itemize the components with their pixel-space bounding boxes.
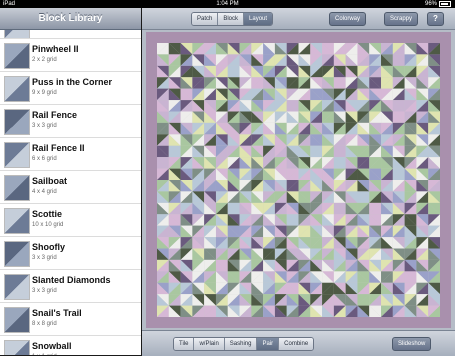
block-name: Snail's Trail — [32, 308, 82, 318]
block-grid-size: 6 x 6 grid — [32, 156, 57, 162]
block-thumbnail-icon — [4, 307, 30, 333]
block-thumbnail-icon — [4, 30, 30, 38]
pair-button[interactable]: Pair — [257, 338, 280, 350]
battery-percent: 96% — [424, 1, 437, 7]
block-thumbnail-icon — [4, 241, 30, 267]
bottom-toolbar: Tile w/Plain Sashing Pair Combine Slides… — [142, 330, 455, 356]
clock: 1:04 PM — [216, 1, 239, 7]
status-bar: iPad 1:04 PM 96% — [0, 0, 455, 8]
block-grid-size: 9 x 9 grid — [32, 90, 57, 96]
scrappy-button[interactable]: Scrappy — [384, 12, 419, 26]
block-list-item[interactable]: Slanted Diamonds 3 x 3 grid — [0, 270, 141, 303]
block-thumbnail-icon — [4, 208, 30, 234]
block-name: Pinwheel II — [32, 44, 79, 54]
block-name: Rail Fence II — [32, 143, 85, 153]
block-thumbnail-icon — [4, 109, 30, 135]
slideshow-button[interactable]: Slideshow — [392, 337, 432, 351]
block-name: Puss in the Corner — [32, 77, 113, 87]
block-thumbnail-icon — [4, 76, 30, 102]
block-list-item[interactable]: Pinwheel II 2 x 2 grid — [0, 39, 141, 72]
battery-status: 96% — [425, 0, 451, 8]
block-name: Shoofly — [32, 242, 65, 252]
mode-block-button[interactable]: Block — [218, 13, 245, 25]
block-thumbnail-icon — [4, 175, 30, 201]
block-grid-size: 3 x 3 grid — [32, 288, 57, 294]
block-grid-size: 4 x 4 grid — [32, 189, 57, 195]
block-name: Snowball — [32, 341, 72, 351]
block-grid-size: 2 x 2 grid — [32, 57, 57, 63]
block-thumbnail-icon — [4, 340, 30, 355]
block-grid-size: 10 x 10 grid — [32, 222, 64, 228]
sashing-button[interactable]: Sashing — [224, 338, 258, 350]
block-thumbnail-icon — [4, 142, 30, 168]
with-plain-button[interactable]: w/Plain — [194, 338, 225, 350]
block-library-panel: Block Library Pinwheel II 2 x 2 grid Puss … — [0, 8, 141, 355]
block-list-item[interactable]: Snail's Trail 8 x 8 grid — [0, 303, 141, 336]
help-button[interactable]: ? — [427, 12, 444, 26]
quilt-layout-canvas[interactable] — [157, 43, 440, 317]
block-thumbnail-icon — [4, 274, 30, 300]
block-name: Scottie — [32, 209, 63, 219]
block-list-item[interactable]: Rail Fence 3 x 3 grid — [0, 105, 141, 138]
battery-icon — [439, 1, 451, 7]
block-grid-size: 3 x 3 grid — [32, 255, 57, 261]
block-list-item[interactable]: Puss in the Corner 9 x 9 grid — [0, 72, 141, 105]
block-grid-size: 3 x 3 grid — [32, 123, 57, 129]
tile-button[interactable]: Tile — [174, 338, 195, 350]
sidebar-title: Block Library — [0, 8, 141, 30]
block-list-item[interactable]: Sailboat 4 x 4 grid — [0, 171, 141, 204]
block-thumbnail-icon — [4, 43, 30, 69]
block-grid-size: 8 x 8 grid — [32, 321, 57, 327]
combine-button[interactable]: Combine — [279, 338, 314, 350]
mode-patch-button[interactable]: Patch — [192, 13, 219, 25]
block-list-item[interactable]: Snowball1 x 1 grid — [0, 336, 141, 355]
main-panel: Patch Block Layout Colorway Scrappy ? Ti… — [142, 8, 455, 356]
block-name: Slanted Diamonds — [32, 275, 111, 285]
block-name: Sailboat — [32, 176, 68, 186]
block-list-item[interactable]: Scottie 10 x 10 grid — [0, 204, 141, 237]
top-toolbar: Patch Block Layout Colorway Scrappy ? — [142, 8, 455, 30]
colorway-button[interactable]: Colorway — [329, 12, 367, 26]
block-list[interactable]: Pinwheel II 2 x 2 grid Puss in the Corner 9… — [0, 30, 141, 355]
block-list-item[interactable] — [0, 30, 141, 39]
layout-options-segmented-control: Tile w/Plain Sashing Pair Combine — [173, 337, 315, 351]
mode-segmented-control: Patch Block Layout — [191, 12, 274, 26]
block-name: Rail Fence — [32, 110, 78, 120]
block-list-item[interactable]: Rail Fence II 6 x 6 grid — [0, 138, 141, 171]
mode-layout-button[interactable]: Layout — [244, 13, 273, 25]
quilt-border — [146, 32, 451, 328]
block-list-item[interactable]: Shoofly 3 x 3 grid — [0, 237, 141, 270]
